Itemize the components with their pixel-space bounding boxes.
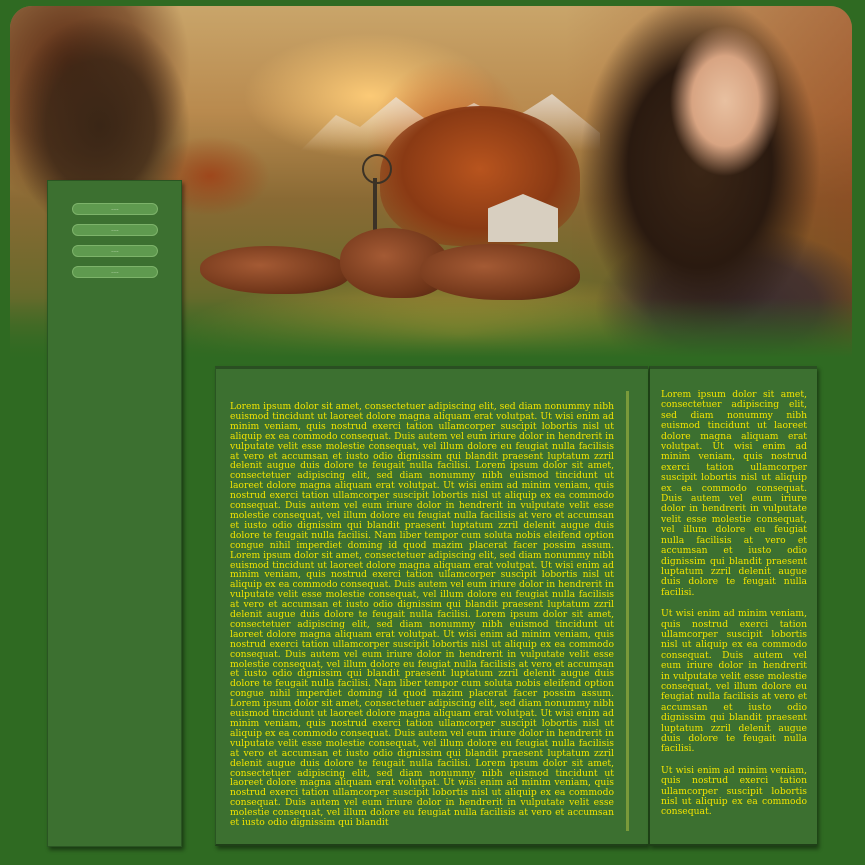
side-paragraph: Ut wisi enim ad minim veniam, quis nostr… (661, 764, 807, 818)
main-body-text: Lorem ipsum dolor sit amet, consectetuer… (230, 402, 614, 829)
horse-image (200, 246, 350, 294)
side-body-text: Lorem ipsum dolor sit amet, consectetuer… (661, 389, 807, 829)
horse-image (420, 244, 580, 300)
nav-button-1[interactable]: .... (72, 203, 158, 215)
nav-menu: .... .... .... .... (72, 203, 158, 287)
windmill-image (362, 154, 392, 184)
nav-button-2[interactable]: .... (72, 224, 158, 236)
side-content-panel: Lorem ipsum dolor sit amet, consectetuer… (649, 366, 817, 846)
scrollbar[interactable] (626, 391, 629, 831)
side-paragraph: Ut wisi enim ad minim veniam, quis nostr… (661, 608, 807, 755)
side-paragraph: Lorem ipsum dolor sit amet, consectetuer… (661, 389, 807, 598)
sidebar: .... .... .... .... (47, 180, 182, 847)
nav-button-4[interactable]: .... (72, 266, 158, 278)
main-content-panel: Lorem ipsum dolor sit amet, consectetuer… (215, 366, 648, 846)
nav-button-3[interactable]: .... (72, 245, 158, 257)
